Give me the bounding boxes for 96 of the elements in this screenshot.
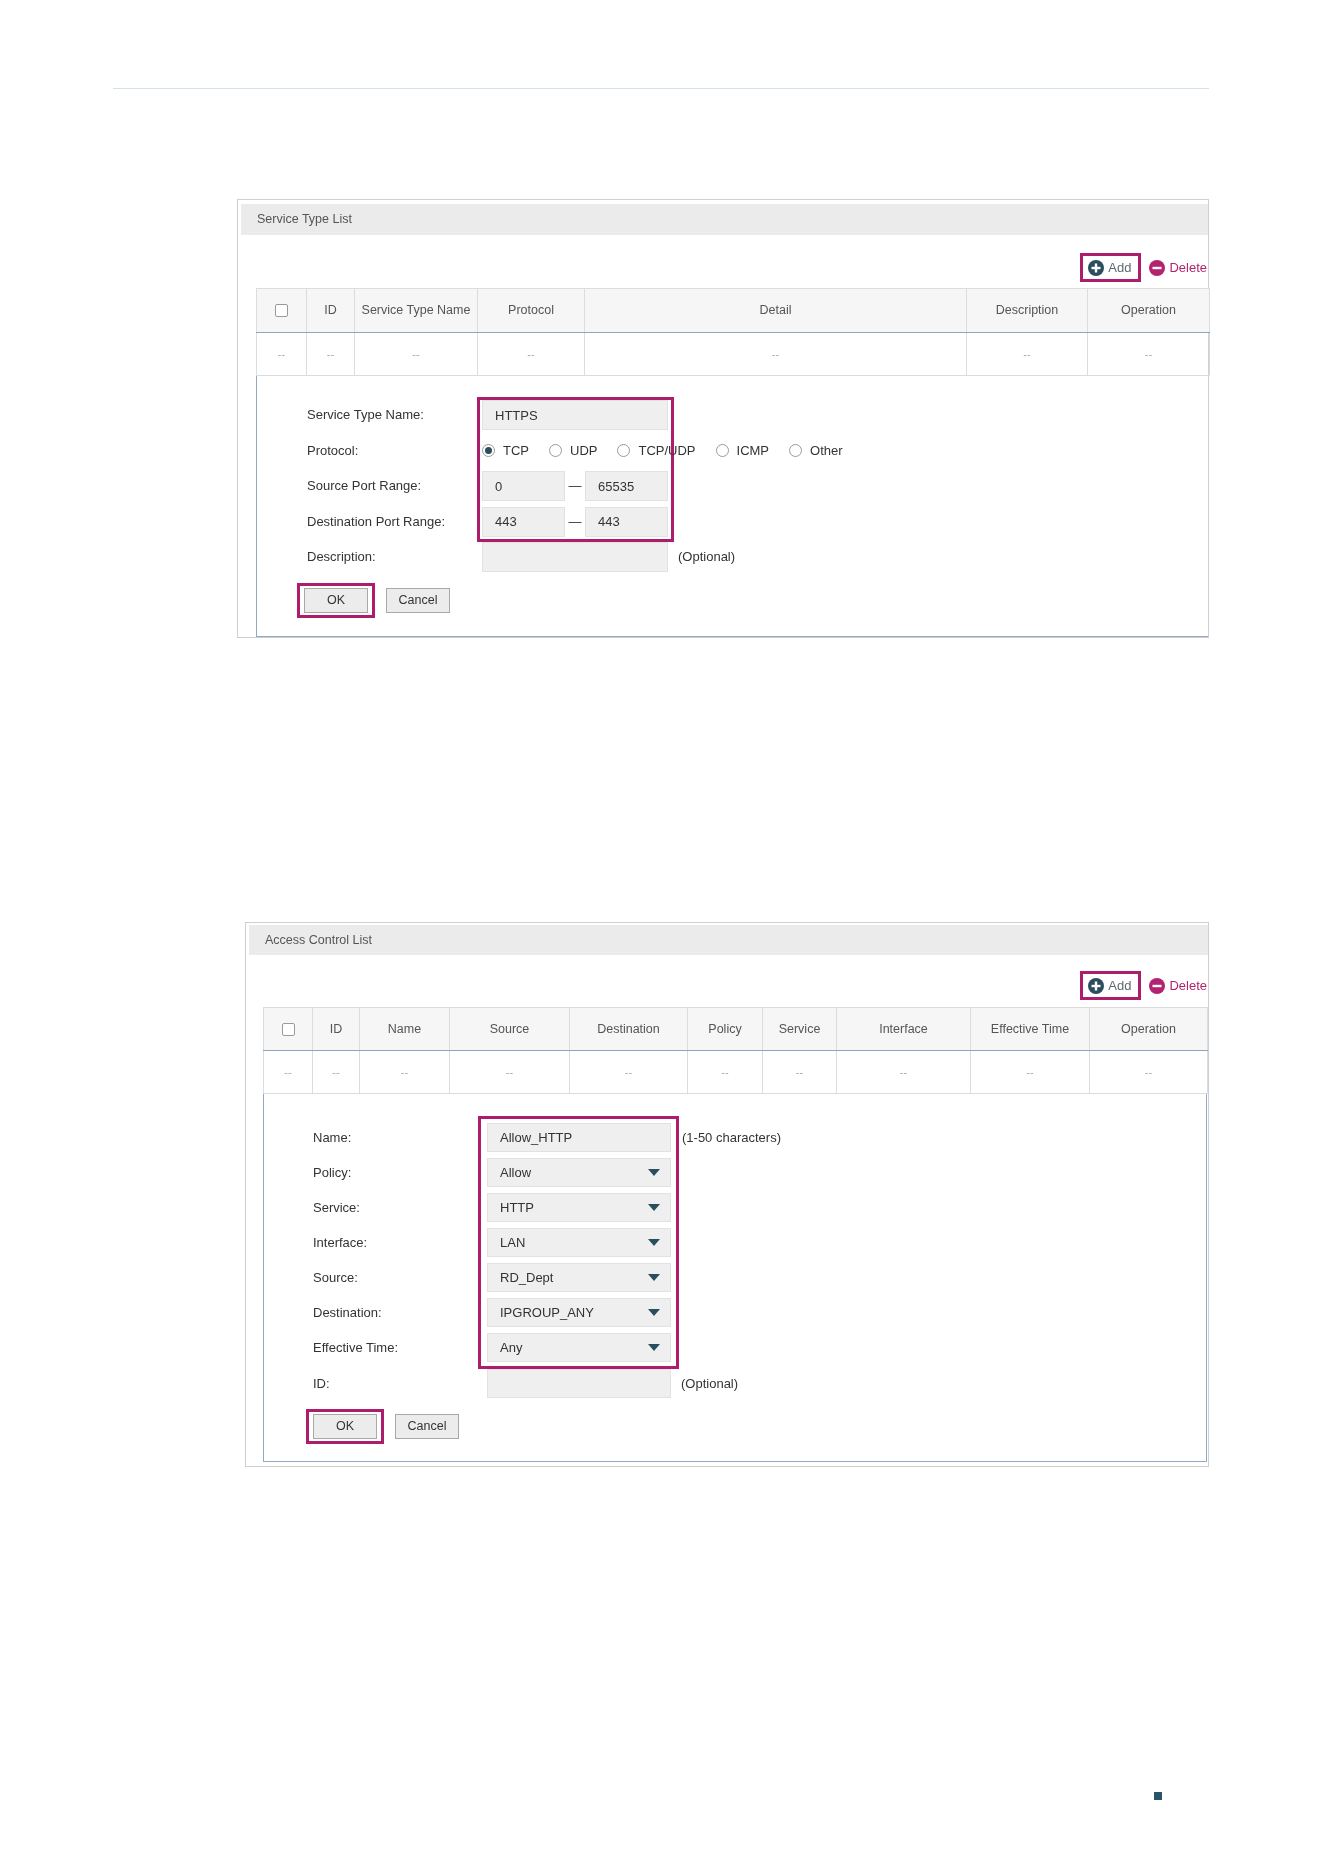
add-button[interactable]: Add xyxy=(1088,975,1132,996)
radio-icon[interactable] xyxy=(617,444,631,457)
column-header: Source xyxy=(449,1007,570,1051)
add-button[interactable]: Add xyxy=(1088,257,1132,278)
range-dash: — xyxy=(568,512,582,531)
table-cell: -- xyxy=(312,1050,360,1094)
table-cell: -- xyxy=(1089,1050,1208,1094)
column-header: Service xyxy=(762,1007,837,1051)
column-header: Service Type Name xyxy=(354,288,478,333)
plus-circle-icon xyxy=(1088,977,1105,994)
table-cell: -- xyxy=(836,1050,971,1094)
table-cell: -- xyxy=(477,332,585,376)
delete-button[interactable]: Delete xyxy=(1149,975,1207,996)
caret-icon xyxy=(648,1204,660,1211)
radio-option[interactable]: TCP xyxy=(482,440,529,461)
column-header: Operation xyxy=(1087,288,1210,333)
dropdown[interactable]: IPGROUP_ANY xyxy=(487,1298,671,1327)
caret-icon xyxy=(648,1344,660,1351)
column-header: ID xyxy=(312,1007,360,1051)
table-cell: -- xyxy=(354,332,478,376)
table-cell: -- xyxy=(359,1050,450,1094)
port-field[interactable]: 0 xyxy=(482,471,565,501)
table-cell: -- xyxy=(449,1050,570,1094)
radio-icon[interactable] xyxy=(549,444,562,457)
input-field[interactable] xyxy=(482,541,668,572)
field-label: ID: xyxy=(313,1374,330,1393)
table-cell: -- xyxy=(569,1050,688,1094)
field-label: Name: xyxy=(313,1128,352,1147)
radio-option[interactable]: Other xyxy=(789,440,843,461)
plus-circle-icon xyxy=(1088,259,1105,276)
port-field[interactable]: 443 xyxy=(585,506,668,537)
field-label: Destination: xyxy=(313,1303,382,1322)
hint-text: (Optional) xyxy=(678,547,736,566)
form-button[interactable]: Cancel xyxy=(386,588,450,613)
radio-option[interactable]: ICMP xyxy=(715,440,769,461)
dropdown[interactable]: Allow xyxy=(487,1158,671,1187)
table-cell: -- xyxy=(256,332,307,376)
table-cell: -- xyxy=(762,1050,837,1094)
column-header: Detail xyxy=(584,288,967,333)
input-field[interactable] xyxy=(487,1369,671,1398)
table-cell: -- xyxy=(966,332,1088,376)
table-cell: -- xyxy=(263,1050,313,1094)
radio-option[interactable]: UDP xyxy=(549,440,598,461)
port-field[interactable]: 443 xyxy=(482,506,565,537)
radio-icon[interactable] xyxy=(715,444,729,457)
port-field[interactable]: 65535 xyxy=(585,471,668,501)
table-cell: -- xyxy=(1087,332,1210,376)
minus-circle-icon xyxy=(1149,977,1166,994)
input-field[interactable]: Allow_HTTP xyxy=(487,1123,671,1152)
hint-text: (1-50 characters) xyxy=(682,1128,781,1147)
minus-circle-icon xyxy=(1149,259,1166,276)
range-dash: — xyxy=(568,477,582,496)
field-label: Effective Time: xyxy=(313,1338,398,1357)
column-header: ID xyxy=(306,288,355,333)
dropdown[interactable]: Any xyxy=(487,1333,671,1362)
field-label: Interface: xyxy=(313,1233,368,1252)
radio-icon[interactable] xyxy=(482,444,495,457)
caret-icon xyxy=(648,1169,660,1176)
field-label: Service Type Name: xyxy=(307,406,424,425)
delete-button[interactable]: Delete xyxy=(1149,257,1207,278)
field-label: Protocol: xyxy=(307,441,359,460)
column-header: Description xyxy=(966,288,1088,333)
form-button[interactable]: OK xyxy=(313,1414,377,1439)
field-label: Source Port Range: xyxy=(307,477,422,496)
form-button[interactable]: OK xyxy=(304,588,368,613)
column-header: Name xyxy=(359,1007,450,1051)
panel-header: Access Control List xyxy=(249,925,1208,955)
caret-icon xyxy=(648,1274,660,1281)
table-cell: -- xyxy=(306,332,355,376)
panel-header: Service Type List xyxy=(241,204,1208,235)
checkbox[interactable] xyxy=(281,1022,295,1036)
input-field[interactable]: HTTPS xyxy=(482,400,668,430)
column-header: Protocol xyxy=(477,288,585,333)
radio-icon[interactable] xyxy=(789,444,802,457)
dropdown[interactable]: LAN xyxy=(487,1228,671,1257)
dropdown[interactable]: HTTP xyxy=(487,1193,671,1222)
column-header: Interface xyxy=(836,1007,971,1051)
field-label: Source: xyxy=(313,1268,358,1287)
column-header: Effective Time xyxy=(970,1007,1090,1051)
column-header: Operation xyxy=(1089,1007,1208,1051)
caret-icon xyxy=(648,1239,660,1246)
caret-icon xyxy=(648,1309,660,1316)
column-header: Destination xyxy=(569,1007,688,1051)
table-cell: -- xyxy=(687,1050,763,1094)
form-button[interactable]: Cancel xyxy=(395,1414,459,1439)
dropdown[interactable]: RD_Dept xyxy=(487,1263,671,1292)
checkbox[interactable] xyxy=(275,304,288,318)
table-cell: -- xyxy=(970,1050,1090,1094)
table-cell: -- xyxy=(584,332,967,376)
field-label: Service: xyxy=(313,1198,360,1217)
column-header: Policy xyxy=(687,1007,763,1051)
hint-text: (Optional) xyxy=(681,1374,739,1393)
field-label: Destination Port Range: xyxy=(307,512,446,531)
square-icon xyxy=(1154,1792,1162,1800)
field-label: Description: xyxy=(307,547,376,566)
field-label: Policy: xyxy=(313,1163,352,1182)
